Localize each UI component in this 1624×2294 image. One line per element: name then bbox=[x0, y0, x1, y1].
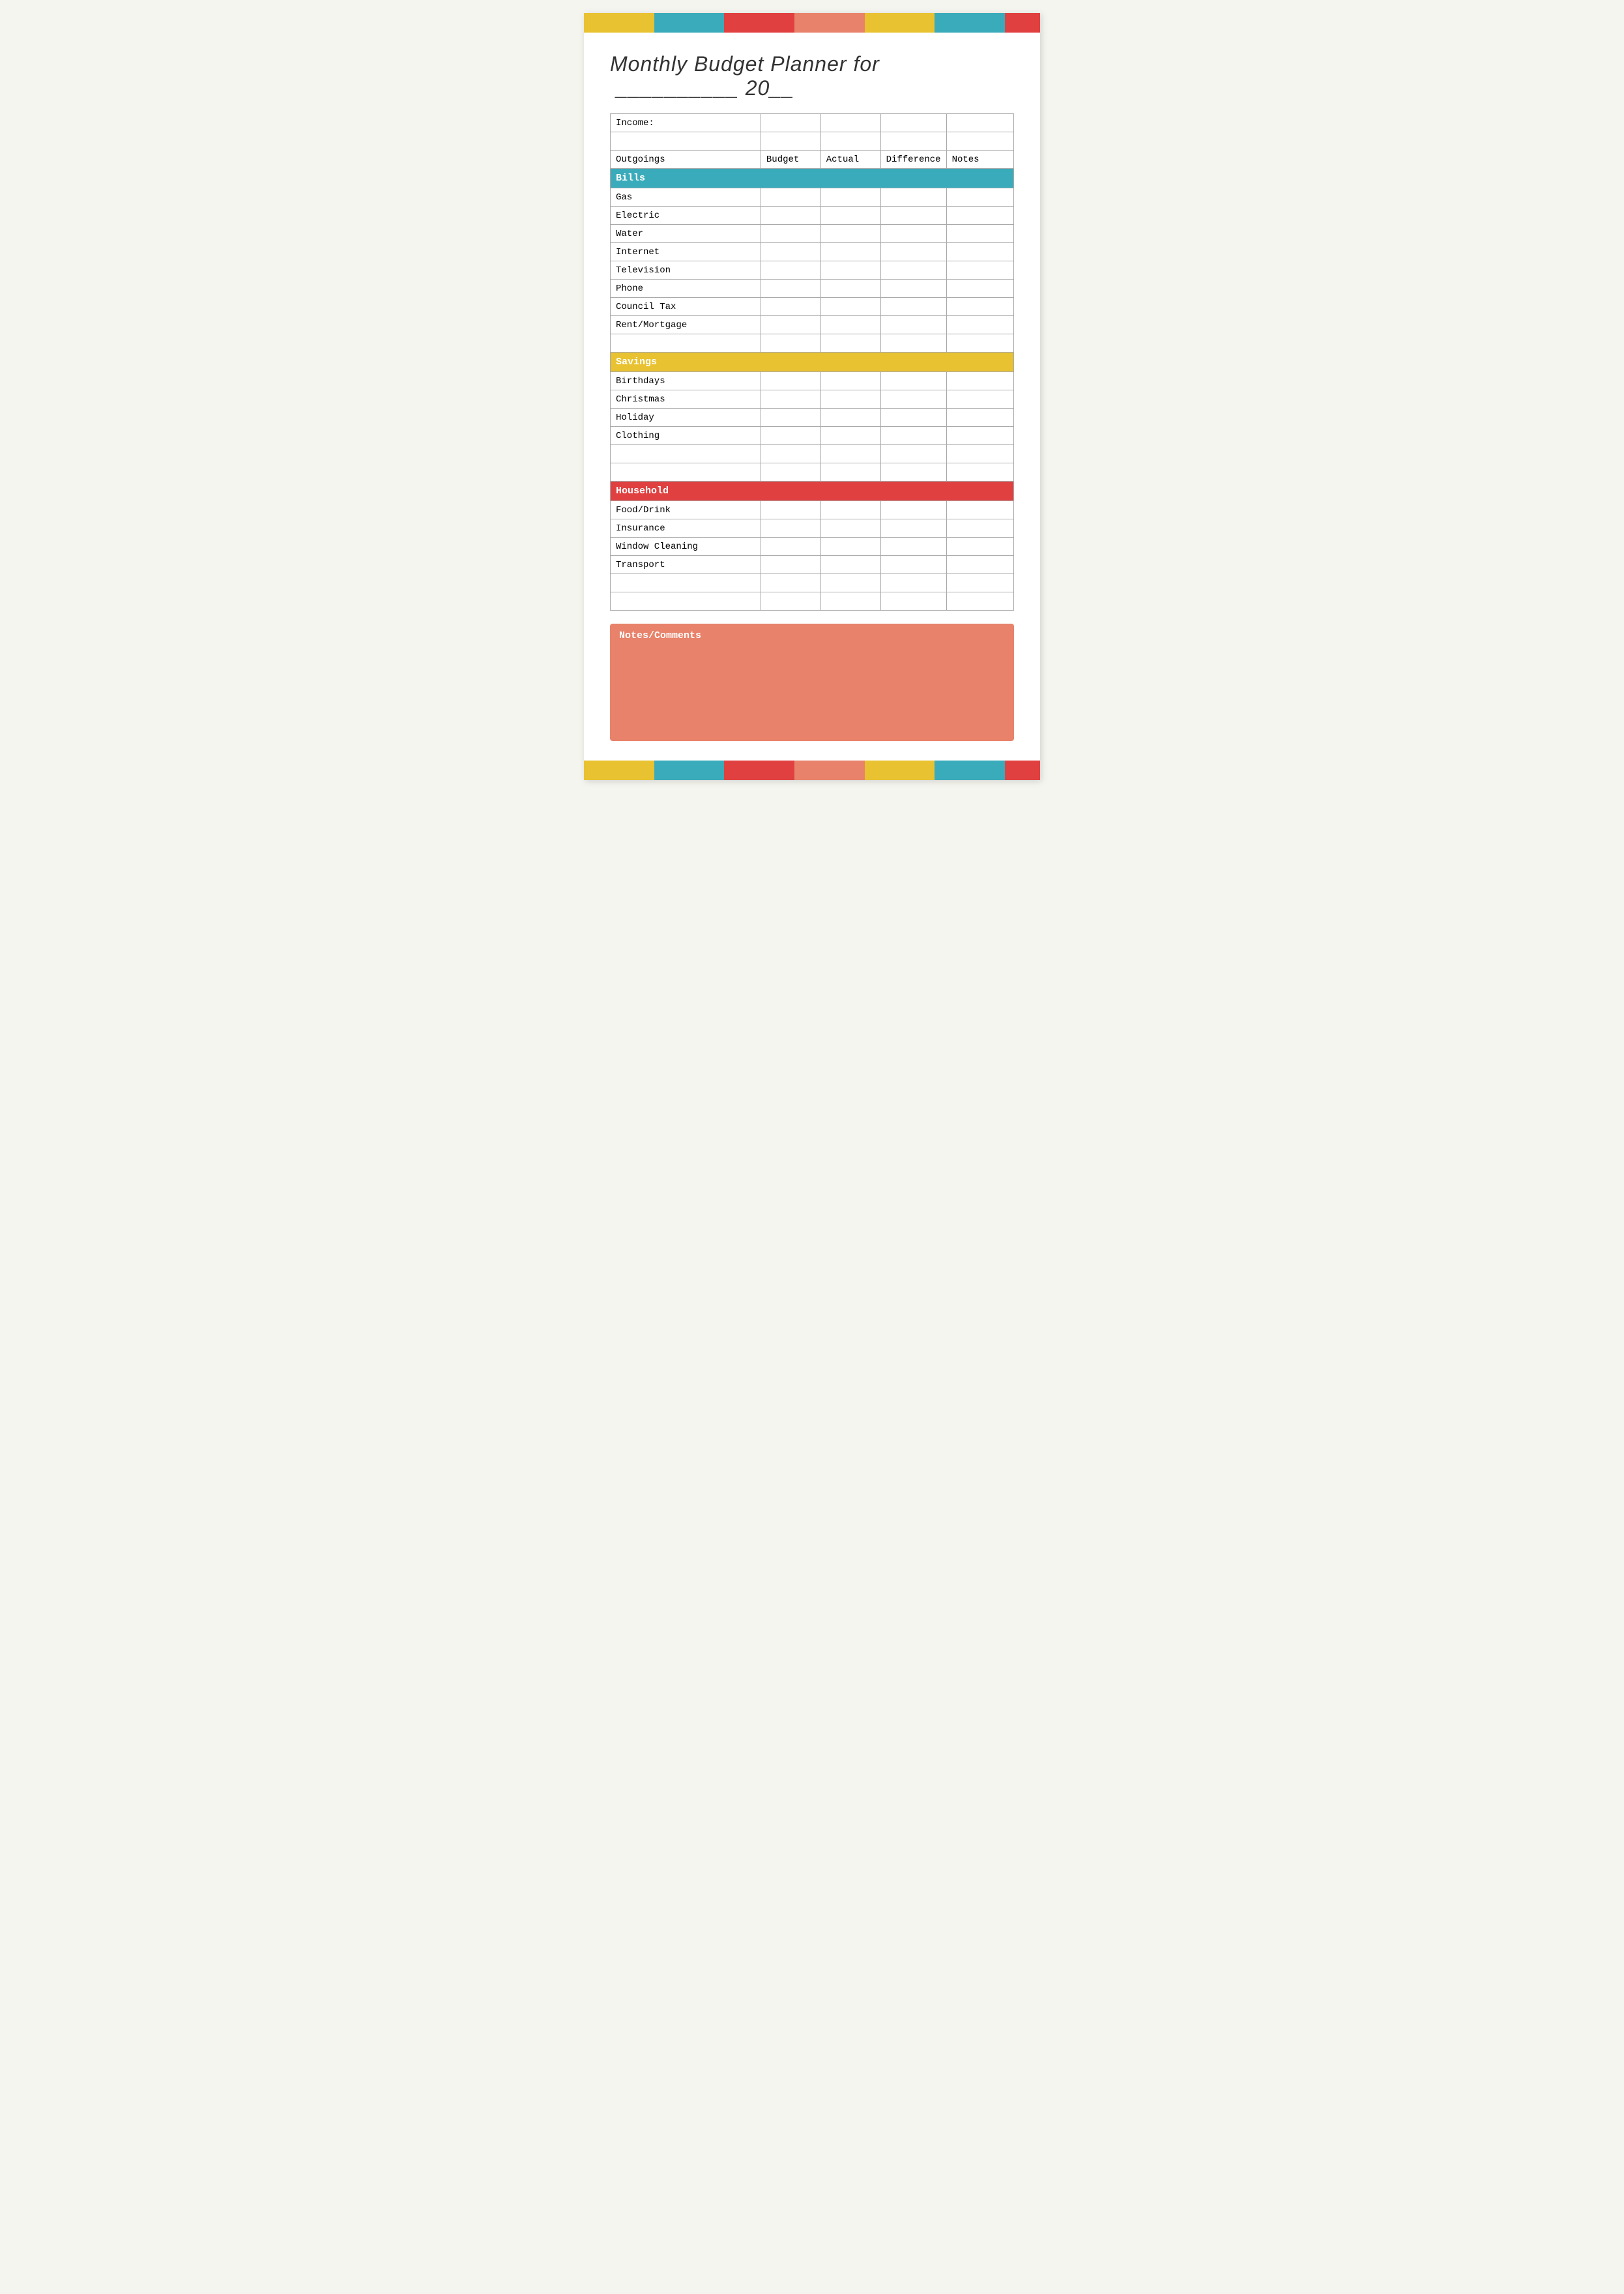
bills-header-row: Bills bbox=[611, 169, 1014, 188]
table-row: Transport bbox=[611, 556, 1014, 574]
empty-row bbox=[611, 574, 1014, 592]
col-header-notes: Notes bbox=[946, 151, 1013, 169]
title-area: Monthly Budget Planner for __________ 20… bbox=[584, 33, 1040, 113]
banner-block bbox=[935, 761, 1005, 780]
savings-header-row: Savings bbox=[611, 353, 1014, 372]
notes-title: Notes/Comments bbox=[619, 630, 1005, 641]
banner-block bbox=[794, 13, 865, 33]
table-row: Food/Drink bbox=[611, 501, 1014, 519]
table-row: Water bbox=[611, 225, 1014, 243]
banner-block bbox=[865, 761, 935, 780]
table-row: Gas bbox=[611, 188, 1014, 207]
banner-block bbox=[1005, 13, 1040, 33]
household-header-row: Household bbox=[611, 482, 1014, 501]
banner-block bbox=[865, 13, 935, 33]
household-window-cleaning: Window Cleaning bbox=[611, 538, 761, 556]
page: Monthly Budget Planner for __________ 20… bbox=[584, 13, 1040, 780]
bills-council-tax: Council Tax bbox=[611, 298, 761, 316]
banner-block bbox=[724, 13, 794, 33]
table-row: Television bbox=[611, 261, 1014, 280]
banner-block bbox=[654, 13, 725, 33]
table-row: Holiday bbox=[611, 409, 1014, 427]
banner-block bbox=[584, 13, 654, 33]
table-row: Rent/Mortgage bbox=[611, 316, 1014, 334]
household-insurance: Insurance bbox=[611, 519, 761, 538]
empty-row bbox=[611, 132, 1014, 151]
column-headers: Outgoings Budget Actual Difference Notes bbox=[611, 151, 1014, 169]
table-row: Window Cleaning bbox=[611, 538, 1014, 556]
household-label: Household bbox=[611, 482, 1014, 501]
savings-birthdays: Birthdays bbox=[611, 372, 761, 390]
savings-holiday: Holiday bbox=[611, 409, 761, 427]
top-banner bbox=[584, 13, 1040, 33]
household-food-drink: Food/Drink bbox=[611, 501, 761, 519]
savings-label: Savings bbox=[611, 353, 1014, 372]
budget-table: Income: Outgoings Budget Actual Differen… bbox=[610, 113, 1014, 611]
table-row: Insurance bbox=[611, 519, 1014, 538]
banner-block bbox=[584, 761, 654, 780]
bills-phone: Phone bbox=[611, 280, 761, 298]
savings-christmas: Christmas bbox=[611, 390, 761, 409]
bills-internet: Internet bbox=[611, 243, 761, 261]
banner-block bbox=[654, 761, 725, 780]
banner-block bbox=[935, 13, 1005, 33]
banner-block bbox=[724, 761, 794, 780]
bills-television: Television bbox=[611, 261, 761, 280]
savings-clothing: Clothing bbox=[611, 427, 761, 445]
household-transport: Transport bbox=[611, 556, 761, 574]
bills-gas: Gas bbox=[611, 188, 761, 207]
bills-rent-mortgage: Rent/Mortgage bbox=[611, 316, 761, 334]
col-header-outgoings: Outgoings bbox=[611, 151, 761, 169]
table-row: Clothing bbox=[611, 427, 1014, 445]
income-row: Income: bbox=[611, 114, 1014, 132]
table-row: Electric bbox=[611, 207, 1014, 225]
bottom-banner bbox=[584, 761, 1040, 780]
table-row: Council Tax bbox=[611, 298, 1014, 316]
empty-row bbox=[611, 445, 1014, 463]
income-label: Income: bbox=[611, 114, 761, 132]
col-header-actual: Actual bbox=[820, 151, 880, 169]
notes-box: Notes/Comments bbox=[610, 624, 1014, 741]
page-title: Monthly Budget Planner for __________ 20… bbox=[610, 52, 1014, 100]
col-header-difference: Difference bbox=[880, 151, 946, 169]
notes-container: Notes/Comments bbox=[584, 624, 1040, 741]
bills-electric: Electric bbox=[611, 207, 761, 225]
banner-block bbox=[794, 761, 865, 780]
empty-row bbox=[611, 463, 1014, 482]
table-row: Birthdays bbox=[611, 372, 1014, 390]
table-row: Christmas bbox=[611, 390, 1014, 409]
bills-water: Water bbox=[611, 225, 761, 243]
empty-row bbox=[611, 334, 1014, 353]
bills-label: Bills bbox=[611, 169, 1014, 188]
table-row: Internet bbox=[611, 243, 1014, 261]
empty-row bbox=[611, 592, 1014, 611]
col-header-budget: Budget bbox=[761, 151, 820, 169]
table-row: Phone bbox=[611, 280, 1014, 298]
table-container: Income: Outgoings Budget Actual Differen… bbox=[584, 113, 1040, 611]
banner-block bbox=[1005, 761, 1040, 780]
